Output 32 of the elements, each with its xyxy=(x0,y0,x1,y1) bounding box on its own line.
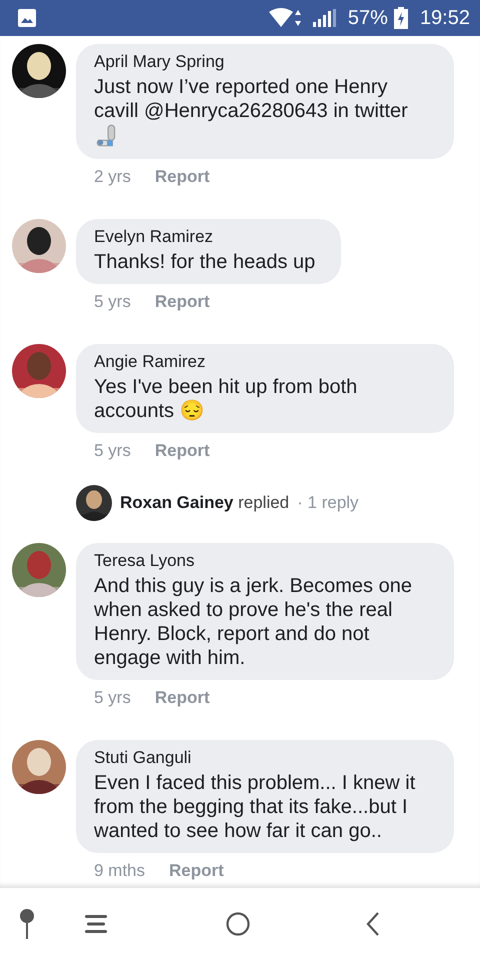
comment-text: Just now I’ve reported one Henry cavill @Henryca26280643 in twitter xyxy=(94,75,409,123)
battery-icon xyxy=(394,7,408,29)
comment-age: 9 mths xyxy=(94,861,146,881)
image-icon xyxy=(17,8,37,28)
comment-age: 5 yrs xyxy=(94,688,131,708)
report-link[interactable]: Report xyxy=(154,292,210,312)
reply-count: · 1 reply xyxy=(297,493,359,513)
comment-text: Thanks! for the heads up xyxy=(94,250,316,274)
report-link[interactable]: Report xyxy=(169,861,224,881)
signal-icon xyxy=(312,9,336,27)
menu-icon[interactable] xyxy=(84,915,108,933)
comment-age: 2 yrs xyxy=(94,167,131,187)
comment-text: And this guy is a jerk. Becomes one when asked to prove he's the real Henry. Block, report and do not engage with him. xyxy=(94,574,413,670)
wifi-icon xyxy=(268,8,302,28)
author-name: April Mary Spring xyxy=(94,52,226,72)
comment-age: 5 yrs xyxy=(94,441,131,461)
report-link[interactable]: Report xyxy=(154,441,210,461)
pin-icon[interactable] xyxy=(20,909,34,939)
back-icon[interactable] xyxy=(366,911,380,937)
report-link[interactable]: Report xyxy=(154,167,210,187)
comment-text: Even I faced this problem... I knew it from the begging that its fake...but I wanted to see how far it can go.. xyxy=(94,771,416,843)
replied-text[interactable]: Roxan Gainey replied xyxy=(120,493,290,513)
comment-age: 5 yrs xyxy=(94,292,131,312)
author-name: Teresa Lyons xyxy=(94,551,196,571)
author-name: Evelyn Ramirez xyxy=(94,227,214,247)
home-icon[interactable] xyxy=(226,912,250,936)
report-link[interactable]: Report xyxy=(154,688,210,708)
comment-text: Yes I've been hit up from both accounts 😔 xyxy=(94,375,358,423)
author-name: Stuti Ganguli xyxy=(94,748,192,768)
clock: 19:52 xyxy=(420,6,470,30)
author-name: Angie Ramirez xyxy=(94,352,206,372)
battery-percent: 57% xyxy=(348,6,388,30)
